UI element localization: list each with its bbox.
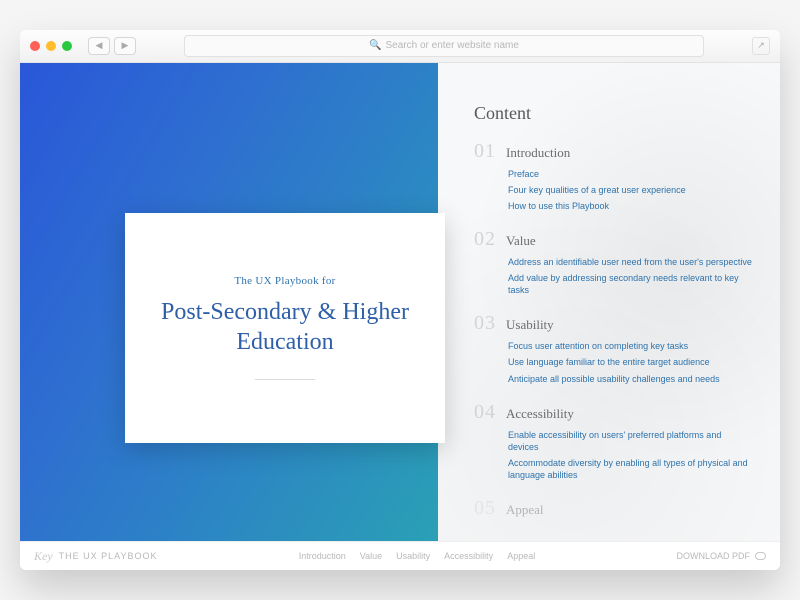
hero-card: The UX Playbook for Post-Secondary & Hig… xyxy=(125,213,445,443)
toc-section: 01 Introduction Preface Four key qualities … xyxy=(474,140,754,212)
nav-buttons: ◀ ▶ xyxy=(88,37,136,55)
toc-section-title[interactable]: Usability xyxy=(506,317,554,333)
toc-link[interactable]: Use language familiar to the entire targ… xyxy=(508,356,754,368)
toc-heading: Content xyxy=(474,103,754,124)
toc-section-number: 03 xyxy=(474,312,496,335)
maximize-icon[interactable] xyxy=(62,41,72,51)
address-placeholder: Search or enter website name xyxy=(386,40,519,51)
hero-eyebrow: The UX Playbook for xyxy=(234,275,335,287)
footer-nav-item[interactable]: Usability xyxy=(396,551,430,561)
footer-title: THE UX PLAYBOOK xyxy=(59,551,158,561)
toc-link[interactable]: How to use this Playbook xyxy=(508,200,754,212)
toc-link[interactable]: Add value by addressing secondary needs … xyxy=(508,272,754,296)
toc-section-title[interactable]: Accessibility xyxy=(506,406,574,422)
toc-link[interactable]: Preface xyxy=(508,168,754,180)
toc-section: 02 Value Address an identifiable user need… xyxy=(474,228,754,296)
toc-section-title[interactable]: Introduction xyxy=(506,145,570,161)
forward-button[interactable]: ▶ xyxy=(114,37,136,55)
download-pdf-button[interactable]: DOWNLOAD PDF xyxy=(676,551,766,561)
search-icon: 🔍 xyxy=(369,40,381,51)
cloud-download-icon xyxy=(755,552,766,560)
footer-logo: Key xyxy=(34,549,53,564)
toc-section-number: 02 xyxy=(474,228,496,251)
footer-nav: Introduction Value Usability Accessibility A… xyxy=(158,551,677,561)
footer-nav-item[interactable]: Accessibility xyxy=(444,551,493,561)
window-controls xyxy=(30,41,72,51)
browser-window: ◀ ▶ 🔍 Search or enter website name ↗ Con… xyxy=(20,30,780,570)
footer-nav-item[interactable]: Value xyxy=(360,551,382,561)
toc-section-title[interactable]: Value xyxy=(506,233,536,249)
footer: Key THE UX PLAYBOOK Introduction Value Usa… xyxy=(20,541,780,570)
toc: Content 01 Introduction Preface Four key qu… xyxy=(438,63,780,526)
toc-section-title[interactable]: Appeal xyxy=(506,502,544,518)
toc-link[interactable]: Enable accessibility on users' preferred… xyxy=(508,429,754,453)
toc-section-number: 04 xyxy=(474,401,496,424)
toc-section: 04 Accessibility Enable accessibility on u… xyxy=(474,401,754,482)
toc-link[interactable]: Focus user attention on completing key t… xyxy=(508,340,754,352)
hero-headline: Post-Secondary & Higher Education xyxy=(155,297,415,357)
footer-nav-item[interactable]: Appeal xyxy=(507,551,535,561)
toc-link[interactable]: Four key qualities of a great user exper… xyxy=(508,184,754,196)
footer-nav-item[interactable]: Introduction xyxy=(299,551,346,561)
toc-link[interactable]: Accommodate diversity by enabling all ty… xyxy=(508,457,754,481)
toc-section: 03 Usability Focus user attention on compl… xyxy=(474,312,754,384)
address-bar[interactable]: 🔍 Search or enter website name xyxy=(184,35,704,57)
toc-section-number: 01 xyxy=(474,140,496,163)
toc-section: 05 Appeal xyxy=(474,497,754,525)
toc-link[interactable]: Anticipate all possible usability challe… xyxy=(508,373,754,385)
download-label: DOWNLOAD PDF xyxy=(676,551,750,561)
titlebar: ◀ ▶ 🔍 Search or enter website name ↗ xyxy=(20,30,780,63)
toc-section-number: 05 xyxy=(474,497,496,520)
page: Content 01 Introduction Preface Four key qu… xyxy=(20,63,780,542)
back-button[interactable]: ◀ xyxy=(88,37,110,55)
hero-divider xyxy=(255,379,315,380)
toc-link[interactable]: Address an identifiable user need from t… xyxy=(508,256,754,268)
toc-panel: Content 01 Introduction Preface Four key qu… xyxy=(438,63,780,542)
minimize-icon[interactable] xyxy=(46,41,56,51)
share-button[interactable]: ↗ xyxy=(752,37,770,55)
close-icon[interactable] xyxy=(30,41,40,51)
